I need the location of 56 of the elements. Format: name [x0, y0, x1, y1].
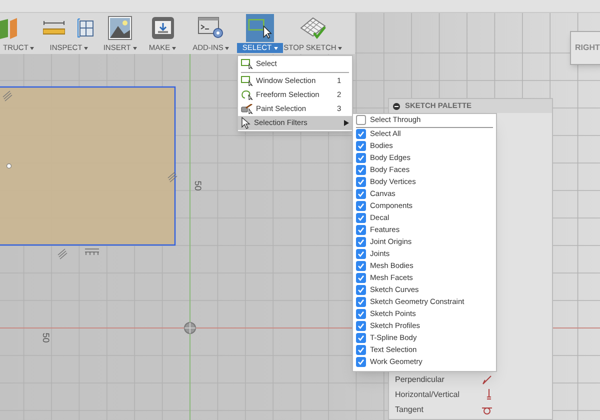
horizontal-vertical-icon[interactable] — [486, 389, 492, 400]
checkbox[interactable] — [356, 285, 366, 295]
checkbox[interactable] — [356, 357, 366, 367]
caret-icon — [274, 46, 278, 50]
checkbox[interactable] — [356, 129, 366, 139]
section-icon — [77, 18, 95, 38]
dimension-label: 50 — [40, 332, 52, 343]
checkbox[interactable] — [356, 165, 366, 175]
parallel-constraint-icon — [2, 90, 12, 102]
caret-icon — [172, 46, 176, 50]
select-rectangle-icon — [241, 59, 253, 69]
checkbox[interactable] — [356, 177, 366, 187]
constraint-label: Tangent — [395, 404, 424, 416]
checkbox[interactable] — [356, 115, 366, 125]
checkbox[interactable] — [356, 261, 366, 271]
caret-icon — [84, 46, 88, 50]
checkbox[interactable] — [356, 297, 366, 307]
paint-brush-icon — [241, 104, 253, 114]
select-rectangle-icon — [241, 76, 253, 86]
checkbox[interactable] — [356, 321, 366, 331]
ruler-icon — [43, 21, 65, 35]
view-cube-face-label: RIGHT — [575, 42, 600, 54]
caret-icon — [338, 46, 342, 50]
lasso-icon — [241, 90, 253, 100]
horizontal-constraint-icon — [84, 248, 100, 256]
checkbox[interactable] — [356, 225, 366, 235]
collapse-icon[interactable] — [393, 102, 400, 110]
checkbox[interactable] — [356, 249, 366, 259]
checkbox[interactable] — [356, 141, 366, 151]
checkbox[interactable] — [356, 189, 366, 199]
checkbox[interactable] — [356, 309, 366, 319]
perpendicular-icon[interactable] — [482, 374, 492, 384]
caret-icon — [132, 46, 137, 50]
checkbox[interactable] — [356, 201, 366, 211]
cursor-icon — [241, 117, 251, 129]
script-gear-icon — [198, 17, 224, 39]
constraint-label: Horizontal/Vertical — [395, 388, 460, 400]
image-icon — [108, 16, 132, 40]
checkbox[interactable] — [356, 345, 366, 355]
sketch-point[interactable] — [6, 164, 12, 168]
checkbox[interactable] — [356, 213, 366, 223]
tangent-icon[interactable] — [482, 404, 492, 414]
caret-icon — [30, 46, 34, 50]
checkbox[interactable] — [356, 237, 366, 247]
checkbox[interactable] — [356, 153, 366, 163]
parallel-constraint-icon — [168, 172, 178, 182]
dimension-label: 50 — [192, 180, 204, 191]
grid-check-icon — [299, 16, 327, 40]
constraint-label: Perpendicular — [395, 374, 444, 386]
printer-icon — [150, 16, 174, 40]
parallel-constraint-icon — [58, 248, 68, 260]
select-cursor-icon — [248, 16, 272, 40]
box-icon — [0, 17, 18, 39]
checkbox[interactable] — [356, 273, 366, 283]
checkbox[interactable] — [356, 333, 366, 343]
caret-icon — [225, 46, 230, 50]
